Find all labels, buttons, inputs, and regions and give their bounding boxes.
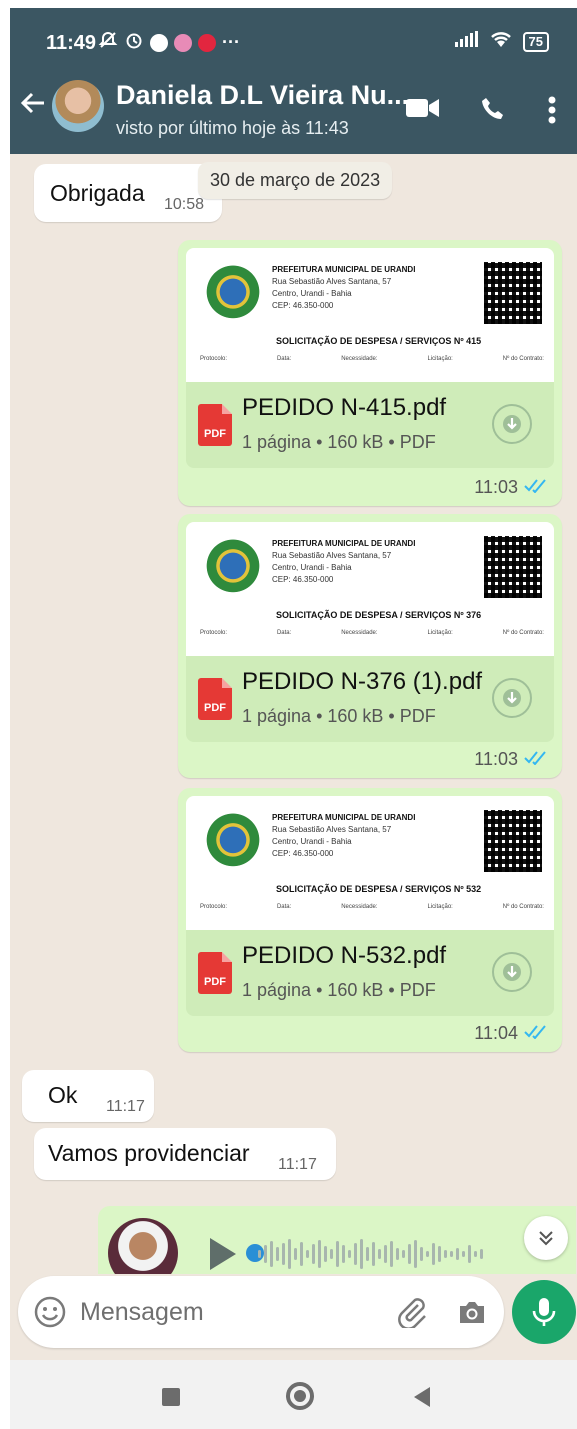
system-back-button[interactable] [414, 1387, 430, 1407]
microphone-icon[interactable] [512, 1280, 576, 1344]
pdf-file-icon: PDF [198, 678, 232, 720]
document-file-row[interactable]: PDF PEDIDO N-415.pdf 1 página • 160 kB •… [186, 382, 554, 468]
message-text: Ok [48, 1082, 78, 1108]
date-chip: 30 de março de 2023 [198, 162, 393, 199]
status-bar: 11:49 ··· 75 [10, 8, 577, 66]
city-seal-icon [206, 264, 260, 326]
message-time: 11:03 [474, 477, 548, 498]
document-preview[interactable]: PREFEITURA MUNICIPAL DE URANDI Rua Sebas… [186, 796, 554, 930]
qr-code-icon [484, 536, 542, 598]
camera-icon[interactable] [456, 1296, 488, 1333]
system-navigation-bar [10, 1360, 577, 1429]
city-seal-icon [206, 538, 260, 600]
more-vert-icon[interactable] [548, 96, 556, 129]
file-name: PEDIDO N-376 (1).pdf [242, 668, 483, 695]
preview-header: PREFEITURA MUNICIPAL DE URANDI Rua Sebas… [272, 813, 416, 858]
app-notification-icon [174, 33, 192, 52]
message-input[interactable] [80, 1294, 380, 1330]
message-document[interactable]: PREFEITURA MUNICIPAL DE URANDI Rua Sebas… [178, 514, 562, 778]
message-text: Vamos providenciar [48, 1140, 250, 1166]
message-time: 11:03 [474, 749, 548, 770]
read-ticks-icon [524, 477, 548, 498]
preview-fields: Protocolo: Data: Necessidade: Licitação: Nº … [200, 356, 544, 362]
city-seal-icon [206, 812, 260, 874]
message-time: 11:04 [474, 1023, 548, 1044]
message-time: 11:17 [106, 1098, 145, 1115]
preview-fields: Protocolo: Data: Necessidade: Licitação: Nº … [200, 630, 544, 636]
contact-avatar[interactable] [52, 80, 104, 132]
signal-icon [454, 31, 479, 52]
app-header: 11:49 ··· 75 Daniela D.L Vieira Nu... vi… [10, 8, 577, 154]
system-status: 75 [454, 30, 549, 53]
notification-icons: ··· [98, 30, 240, 55]
message-incoming[interactable]: Ok 11:17 [22, 1070, 154, 1122]
sender-avatar [108, 1218, 178, 1274]
messenger-icon [150, 33, 168, 52]
wifi-icon [489, 30, 513, 53]
message-document[interactable]: PREFEITURA MUNICIPAL DE URANDI Rua Sebas… [178, 240, 562, 506]
phone-screen: 11:49 ··· 75 Daniela D.L Vieira Nu... vi… [10, 8, 577, 1429]
download-icon[interactable] [492, 678, 532, 718]
download-icon[interactable] [492, 404, 532, 444]
video-camera-icon[interactable] [406, 96, 440, 125]
download-icon[interactable] [492, 952, 532, 992]
read-ticks-icon [524, 1023, 548, 1044]
document-file-row[interactable]: PDF PEDIDO N-376 (1).pdf 1 página • 160 … [186, 656, 554, 742]
chat-area[interactable]: Obrigada 10:58 30 de março de 2023 PREFE… [10, 154, 577, 1274]
message-voice-note[interactable] [98, 1206, 576, 1274]
qr-code-icon [484, 810, 542, 872]
file-meta: 1 página • 160 kB • PDF [242, 706, 436, 726]
preview-title: SOLICITAÇÃO DE DESPESA / SERVIÇOS Nº 532 [276, 884, 482, 894]
document-preview[interactable]: PREFEITURA MUNICIPAL DE URANDI Rua Sebas… [186, 522, 554, 656]
message-time: 11:17 [278, 1156, 317, 1173]
qr-code-icon [484, 262, 542, 324]
pdf-file-icon: PDF [198, 952, 232, 994]
file-meta: 1 página • 160 kB • PDF [242, 432, 436, 452]
pdf-file-icon: PDF [198, 404, 232, 446]
mute-icon [98, 30, 118, 55]
preview-title: SOLICITAÇÃO DE DESPESA / SERVIÇOS Nº 376 [276, 610, 482, 620]
scroll-down-button[interactable] [524, 1216, 568, 1260]
message-composer [18, 1276, 504, 1348]
file-name: PEDIDO N-415.pdf [242, 394, 447, 421]
preview-fields: Protocolo: Data: Necessidade: Licitação: Nº … [200, 904, 544, 910]
preview-title: SOLICITAÇÃO DE DESPESA / SERVIÇOS Nº 415 [276, 336, 482, 346]
phone-icon[interactable] [480, 96, 506, 127]
message-document[interactable]: PREFEITURA MUNICIPAL DE URANDI Rua Sebas… [178, 788, 562, 1052]
message-time: 10:58 [164, 196, 205, 213]
arrow-left-icon[interactable] [20, 90, 46, 124]
read-ticks-icon [524, 749, 548, 770]
play-icon[interactable] [210, 1238, 236, 1270]
document-preview[interactable]: PREFEITURA MUNICIPAL DE URANDI Rua Sebas… [186, 248, 554, 382]
recent-apps-button[interactable] [162, 1388, 180, 1406]
battery-indicator: 75 [522, 31, 549, 52]
message-incoming[interactable]: Obrigada 10:58 [34, 164, 222, 222]
document-file-row[interactable]: PDF PEDIDO N-532.pdf 1 página • 160 kB •… [186, 930, 554, 1016]
contact-last-seen: visto por último hoje às 11:43 [116, 118, 349, 138]
preview-header: PREFEITURA MUNICIPAL DE URANDI Rua Sebas… [272, 265, 416, 310]
home-button[interactable] [286, 1382, 314, 1410]
message-text: Obrigada [50, 180, 145, 206]
audio-waveform[interactable] [258, 1234, 518, 1274]
more-notifications: ··· [222, 32, 240, 52]
status-time: 11:49 [46, 32, 97, 54]
emoji-icon[interactable] [34, 1296, 66, 1333]
file-meta: 1 página • 160 kB • PDF [242, 980, 436, 1000]
paperclip-icon[interactable] [396, 1296, 428, 1333]
message-incoming[interactable]: Vamos providenciar 11:17 [34, 1128, 336, 1180]
preview-header: PREFEITURA MUNICIPAL DE URANDI Rua Sebas… [272, 539, 416, 584]
alarm-icon [124, 30, 144, 55]
contact-name[interactable]: Daniela D.L Vieira Nu... [116, 80, 409, 111]
file-name: PEDIDO N-532.pdf [242, 942, 447, 969]
pinterest-icon [198, 33, 216, 52]
